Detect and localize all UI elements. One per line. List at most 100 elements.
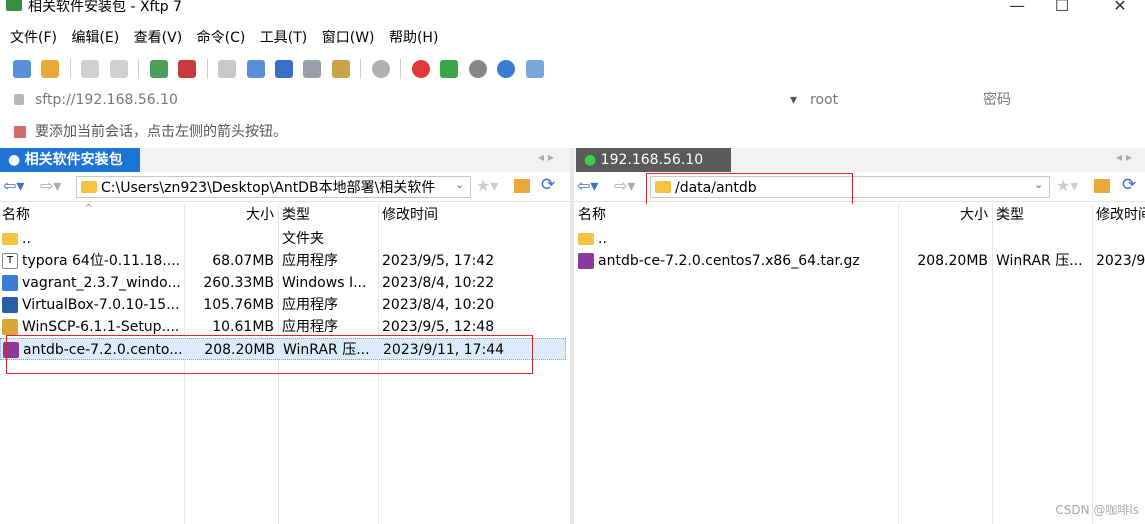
toolbar-divider (69, 59, 71, 79)
local-path-input[interactable]: C:\Users\zn923\Desktop\AntDB本地部署\相关软件 (76, 176, 471, 198)
xshell-icon[interactable] (411, 60, 430, 78)
file-size: 68.07MB (212, 253, 274, 269)
address-bar: sftp://192.168.56.10 ▾ root 密码 (0, 88, 1145, 112)
file-size: 208.20MB (917, 253, 988, 269)
help-icon[interactable] (497, 60, 516, 78)
menu-help[interactable]: 帮助(H) (384, 26, 443, 50)
home-folder-icon[interactable] (1094, 179, 1110, 193)
folder-icon (2, 233, 18, 245)
home-folder-icon[interactable] (514, 179, 530, 193)
col-size[interactable]: 大小 (186, 204, 274, 226)
forward-arrow-icon[interactable]: ⇨▾ (614, 176, 635, 195)
file-modified: 2023/8/4, 10:22 (382, 275, 495, 291)
virtualbox-icon (2, 297, 18, 313)
close-button[interactable]: ✕ (1100, 0, 1140, 18)
file-type: 文件夹 (282, 231, 324, 247)
maximize-button[interactable]: ☐ (1042, 0, 1082, 18)
right-file-list: .. antdb-ce-7.2.0.centos7.x86_64.tar.gz … (574, 228, 1145, 524)
left-tab-strip: ● 相关软件安装包 ✕ ◂ ▸ (0, 148, 570, 191)
gear-icon[interactable] (468, 60, 487, 78)
table-row[interactable]: antdb-ce-7.2.0.centos7.x86_64.tar.gz 208… (574, 250, 1145, 272)
right-tab-strip: ● 192.168.56.10 ✕ ◂ ▸ (574, 148, 1145, 191)
table-row[interactable]: .. 文件夹 (0, 228, 566, 250)
file-name: .. (22, 231, 31, 247)
arrow-flag-icon[interactable] (14, 126, 26, 138)
file-type: 应用程序 (282, 253, 338, 269)
toolbar-divider (138, 59, 140, 79)
tab-scroll-icon[interactable]: ◂ ▸ (538, 150, 554, 164)
new-session-icon[interactable] (13, 60, 31, 78)
session-hint-text: 要添加当前会话，点击左侧的箭头按钮。 (35, 124, 287, 140)
folder-icon (578, 233, 594, 245)
xftp-icon[interactable] (440, 60, 459, 78)
highlight-box (6, 335, 533, 374)
chat-icon[interactable] (525, 60, 544, 78)
file-name: typora 64位-0.11.18.... (22, 253, 181, 269)
watermark: CSDN @咖啡ls (1055, 503, 1139, 517)
file-modified: 2023/9/5, 17:42 (382, 253, 495, 269)
refresh-icon[interactable]: ⟳ (541, 175, 555, 195)
password-input[interactable]: 密码 (983, 88, 1133, 112)
lock-icon (14, 94, 24, 105)
disconnect-icon[interactable] (109, 60, 128, 78)
table-row[interactable]: vagrant_2.3.7_windo... 260.33MB Windows … (0, 272, 566, 294)
minimize-button[interactable]: — (997, 0, 1037, 18)
copy-icon[interactable] (303, 60, 322, 78)
menu-view[interactable]: 查看(V) (129, 26, 188, 50)
back-arrow-icon[interactable]: ⇦▾ (3, 176, 24, 195)
menu-window[interactable]: 窗口(W) (317, 26, 380, 50)
path-dropdown-icon[interactable]: ⌄ (455, 178, 464, 191)
file-name: vagrant_2.3.7_windo... (22, 275, 181, 291)
sync-icon[interactable] (274, 60, 293, 78)
col-modified[interactable]: 修改时间 (382, 204, 438, 226)
new-tab-icon[interactable] (149, 60, 168, 78)
file-name: VirtualBox-7.0.10-15... (22, 297, 180, 313)
transfer-icon[interactable] (246, 60, 265, 78)
star-icon[interactable]: ★▾ (1056, 176, 1078, 195)
menu-command[interactable]: 命令(C) (192, 26, 251, 50)
tab-scroll-icon[interactable]: ◂ ▸ (1116, 150, 1132, 164)
back-arrow-icon[interactable]: ⇦▾ (577, 176, 598, 195)
tab-status-dot: ● (8, 152, 21, 168)
session-hint-bar: 要添加当前会话，点击左侧的箭头按钮。 (0, 120, 1145, 144)
file-modified: 2023/9 (1096, 253, 1145, 269)
col-name[interactable]: 名称 (578, 204, 606, 226)
installer-icon (2, 275, 18, 291)
menu-tools[interactable]: 工具(T) (255, 26, 312, 50)
table-row[interactable]: VirtualBox-7.0.10-15... 105.76MB 应用程序 20… (0, 294, 566, 316)
col-type[interactable]: 类型 (282, 204, 310, 226)
star-icon[interactable]: ★▾ (476, 176, 498, 195)
username-input[interactable]: root (810, 88, 970, 112)
paste-icon[interactable] (331, 60, 350, 78)
table-row[interactable]: .. (574, 228, 1145, 250)
menu-edit[interactable]: 编辑(E) (66, 26, 124, 50)
file-size: 105.76MB (203, 297, 274, 313)
file-size: 260.33MB (203, 275, 274, 291)
tab-remote[interactable]: ● 192.168.56.10 ✕ (576, 148, 731, 191)
forward-arrow-icon[interactable]: ⇨▾ (40, 176, 61, 195)
title-bar: 相关软件安装包 - Xftp 7 — ☐ ✕ (0, 0, 1145, 24)
globe-icon[interactable] (371, 60, 390, 78)
host-dropdown-icon[interactable]: ▾ (790, 88, 797, 112)
toolbar-divider (206, 59, 208, 79)
table-row[interactable]: T typora 64位-0.11.18.... 68.07MB 应用程序 20… (0, 250, 566, 272)
connected-dot-icon: ● (584, 152, 597, 168)
connect-icon[interactable] (81, 60, 100, 78)
properties-icon[interactable] (218, 60, 237, 78)
col-name[interactable]: 名称 (2, 204, 30, 226)
menu-bar: 文件(F) 编辑(E) 查看(V) 命令(C) 工具(T) 窗口(W) 帮助(H… (0, 26, 1145, 50)
path-dropdown-icon[interactable]: ⌄ (1034, 178, 1043, 191)
left-column-header: 名称 ^ 大小 类型 修改时间 (0, 202, 570, 226)
terminal-icon[interactable] (178, 60, 197, 78)
refresh-icon[interactable]: ⟳ (1122, 175, 1136, 195)
host-input[interactable]: sftp://192.168.56.10 (35, 88, 795, 112)
col-type[interactable]: 类型 (996, 204, 1024, 226)
file-modified: 2023/8/4, 10:20 (382, 297, 495, 313)
menu-file[interactable]: 文件(F) (5, 26, 62, 50)
winscp-icon (2, 319, 18, 335)
col-modified[interactable]: 修改时间 (1096, 204, 1145, 226)
file-type: 应用程序 (282, 297, 338, 313)
col-size[interactable]: 大小 (904, 204, 988, 226)
open-folder-icon[interactable] (41, 60, 60, 78)
tab-local[interactable]: ● 相关软件安装包 ✕ (0, 148, 140, 191)
